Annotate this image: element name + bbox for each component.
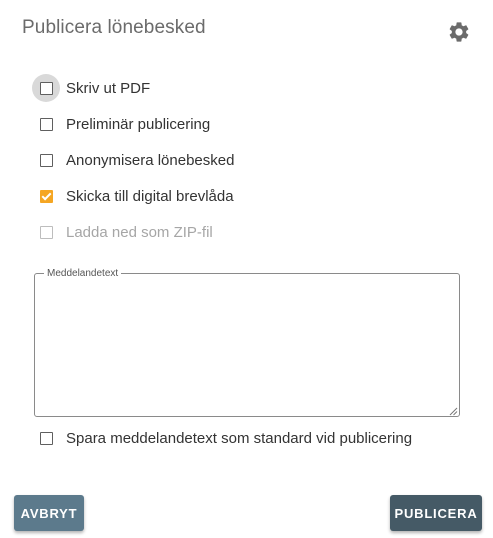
checkbox-wrapper — [32, 110, 60, 138]
message-field-label: Meddelandetext — [44, 268, 122, 279]
publish-options: Skriv ut PDF Preliminär publicering Anon… — [32, 70, 234, 250]
gear-icon[interactable] — [447, 20, 471, 44]
option-anonymize[interactable]: Anonymisera lönebesked — [32, 142, 234, 178]
dialog-title: Publicera lönebesked — [22, 17, 206, 38]
checkbox-wrapper — [32, 218, 60, 246]
print-pdf-label: Skriv ut PDF — [66, 79, 151, 97]
save-default-checkbox[interactable] — [39, 431, 53, 445]
checkbox-wrapper — [32, 182, 60, 210]
cancel-button[interactable]: AVBRYT — [14, 495, 84, 531]
print-pdf-checkbox[interactable] — [39, 81, 53, 95]
download-zip-label: Ladda ned som ZIP-fil — [66, 223, 213, 241]
digital-mailbox-label: Skicka till digital brevlåda — [66, 187, 234, 205]
checkbox-wrapper — [32, 146, 60, 174]
digital-mailbox-checkbox[interactable] — [39, 189, 53, 203]
anonymize-checkbox[interactable] — [39, 153, 53, 167]
option-save-default[interactable]: Spara meddelandetext som standard vid pu… — [32, 420, 412, 456]
option-download-zip: Ladda ned som ZIP-fil — [32, 214, 234, 250]
option-digital-mailbox[interactable]: Skicka till digital brevlåda — [32, 178, 234, 214]
resize-grip-icon[interactable] — [449, 407, 458, 416]
save-default-label: Spara meddelandetext som standard vid pu… — [66, 429, 413, 447]
preliminary-publish-label: Preliminär publicering — [66, 115, 211, 133]
checkbox-wrapper — [32, 424, 60, 452]
publish-button[interactable]: PUBLICERA — [390, 495, 482, 531]
checkbox-focus-ripple — [32, 74, 60, 102]
preliminary-publish-checkbox[interactable] — [39, 117, 53, 131]
download-zip-checkbox — [39, 225, 53, 239]
anonymize-label: Anonymisera lönebesked — [66, 151, 235, 169]
publish-dialog: Publicera lönebesked Skriv ut PDF Prelim… — [0, 0, 493, 538]
option-preliminary-publish[interactable]: Preliminär publicering — [32, 106, 234, 142]
option-print-pdf[interactable]: Skriv ut PDF — [32, 70, 234, 106]
message-textarea[interactable] — [36, 281, 460, 417]
